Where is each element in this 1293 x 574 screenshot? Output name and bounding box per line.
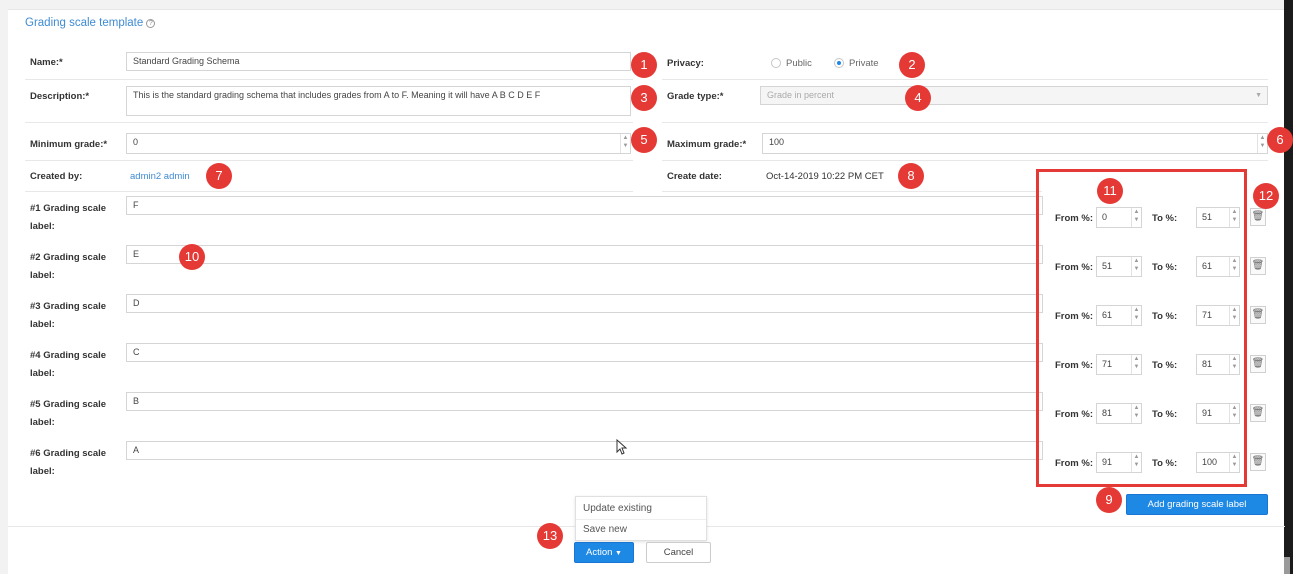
annotation-badge: 12 xyxy=(1253,183,1279,209)
annotation-badge: 2 xyxy=(899,52,925,78)
minimum-grade-input[interactable]: 0 ▲ ▼ xyxy=(126,133,631,154)
trash-icon[interactable]: 🗑 xyxy=(1250,453,1266,471)
menu-item-update-existing[interactable]: Update existing xyxy=(576,499,706,519)
description-label: Description:* xyxy=(30,91,90,102)
privacy-public-label: Public xyxy=(786,58,812,69)
annotation-highlight-box xyxy=(1036,169,1247,487)
grading-scale-label-input[interactable]: C xyxy=(126,343,1043,362)
divider xyxy=(662,122,1268,123)
trash-icon[interactable]: 🗑 xyxy=(1250,355,1266,373)
trash-icon[interactable]: 🗑 xyxy=(1250,257,1266,275)
divider xyxy=(662,79,1268,80)
created-by-link[interactable]: admin2 admin xyxy=(130,171,190,182)
privacy-public-option[interactable]: Public xyxy=(771,58,812,69)
name-label: Name:* xyxy=(30,57,63,68)
stepper-icon[interactable]: ▲ ▼ xyxy=(620,134,630,153)
stepper-icon[interactable]: ▲ ▼ xyxy=(1257,134,1267,153)
trash-icon[interactable]: 🗑 xyxy=(1250,404,1266,422)
divider xyxy=(25,160,633,161)
privacy-label: Privacy: xyxy=(667,58,704,69)
maximum-grade-label: Maximum grade:* xyxy=(667,139,747,150)
minimum-grade-label: Minimum grade:* xyxy=(30,139,108,150)
page-scrollbar[interactable] xyxy=(1284,0,1293,574)
chevron-down-icon: ▼ xyxy=(1255,92,1262,99)
annotation-badge: 5 xyxy=(631,127,657,153)
annotation-badge: 7 xyxy=(206,163,232,189)
annotation-badge: 8 xyxy=(898,163,924,189)
question-circle-icon[interactable]: ? xyxy=(146,19,156,28)
grading-scale-label-text: #6 Grading scale label: xyxy=(30,448,107,477)
annotation-badge: 13 xyxy=(537,523,563,549)
annotation-badge: 1 xyxy=(631,52,657,78)
trash-icon[interactable]: 🗑 xyxy=(1250,208,1266,226)
minimum-grade-value: 0 xyxy=(133,137,139,147)
annotation-badge: 3 xyxy=(631,85,657,111)
divider xyxy=(662,191,1042,192)
create-date-value: Oct-14-2019 10:22 PM CET xyxy=(766,171,884,182)
grading-scale-label-text: #1 Grading scale label: xyxy=(30,203,107,232)
divider xyxy=(25,191,633,192)
mouse-cursor-icon xyxy=(616,439,628,455)
divider xyxy=(662,160,1268,161)
grading-scale-label-input[interactable]: B xyxy=(126,392,1043,411)
trash-icon[interactable]: 🗑 xyxy=(1250,306,1266,324)
radio-selected-icon xyxy=(834,58,844,68)
divider xyxy=(25,79,633,80)
annotation-badge: 10 xyxy=(179,244,205,270)
create-date-label: Create date: xyxy=(667,171,722,182)
action-button-label: Action xyxy=(586,547,613,558)
maximum-grade-value: 100 xyxy=(769,137,785,147)
maximum-grade-input[interactable]: 100 ▲ ▼ xyxy=(762,133,1268,154)
annotation-badge: 11 xyxy=(1097,178,1123,204)
scrollbar-thumb[interactable] xyxy=(1284,557,1290,574)
caret-down-icon: ▼ xyxy=(615,550,622,557)
grading-scale-label-text: #4 Grading scale label: xyxy=(30,350,107,379)
grading-scale-label-text: #2 Grading scale label: xyxy=(30,252,107,281)
grade-type-select[interactable]: Grade in percent ▼ xyxy=(760,86,1268,105)
created-by-label: Created by: xyxy=(30,171,83,182)
annotation-badge: 6 xyxy=(1267,127,1293,153)
page-title-text: Grading scale template xyxy=(25,17,144,29)
add-grading-scale-label-button[interactable]: Add grading scale label xyxy=(1126,494,1268,515)
grading-scale-label-input[interactable]: D xyxy=(126,294,1043,313)
grade-type-label: Grade type:* xyxy=(667,91,724,102)
annotation-badge: 4 xyxy=(905,85,931,111)
privacy-private-label: Private xyxy=(849,58,879,69)
grading-scale-label-text: #5 Grading scale label: xyxy=(30,399,107,428)
grading-scale-label-text: #3 Grading scale label: xyxy=(30,301,107,330)
description-textarea[interactable]: This is the standard grading schema that… xyxy=(126,86,631,116)
action-dropdown-menu: Update existing Save new xyxy=(575,496,707,541)
grading-scale-label-input[interactable]: F xyxy=(126,196,1043,215)
divider xyxy=(25,122,633,123)
action-button[interactable]: Action ▼ xyxy=(574,542,634,563)
radio-icon xyxy=(771,58,781,68)
name-input[interactable]: Standard Grading Schema xyxy=(126,52,631,71)
annotation-badge: 9 xyxy=(1096,487,1122,513)
grading-scale-label-input[interactable]: A xyxy=(126,441,1043,460)
privacy-private-option[interactable]: Private xyxy=(834,58,879,69)
cancel-button[interactable]: Cancel xyxy=(646,542,711,563)
menu-item-save-new[interactable]: Save new xyxy=(576,519,706,539)
grade-type-value: Grade in percent xyxy=(767,90,835,100)
page-title: Grading scale template? xyxy=(25,17,156,29)
grading-scale-label-input[interactable]: E xyxy=(126,245,1043,264)
